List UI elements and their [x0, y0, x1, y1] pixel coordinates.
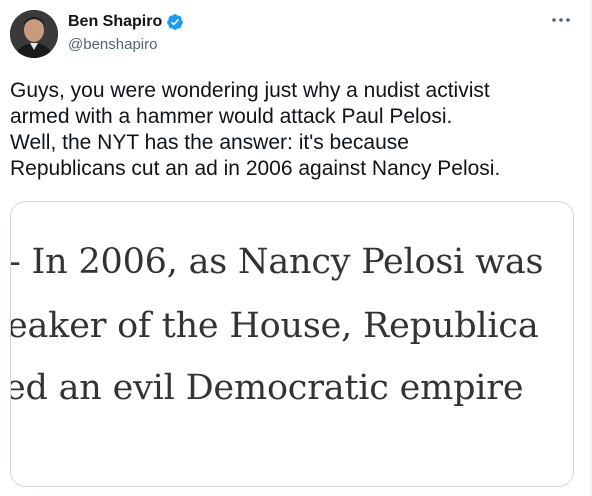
media-text-line: eaker of the House, Republica	[10, 306, 539, 346]
tweet-text: Guys, you were wondering just why a nudi…	[10, 79, 501, 180]
author-handle[interactable]: @benshapiro	[68, 35, 157, 55]
media-text-line: - In 2006, as Nancy Pelosi was	[10, 242, 544, 282]
avatar[interactable]	[10, 10, 58, 58]
author-name-row: Ben Shapiro	[68, 12, 184, 32]
verified-badge-icon	[167, 14, 184, 30]
more-options-button[interactable]	[548, 10, 574, 30]
media-text-line: ed an evil Democratic empire	[10, 368, 524, 408]
author-display-name[interactable]: Ben Shapiro	[68, 12, 162, 32]
tweet: Ben Shapiro @benshapiro Guys, you were w…	[0, 0, 592, 496]
tweet-media-image[interactable]: - In 2006, as Nancy Pelosi was eaker of …	[10, 201, 574, 487]
more-horizontal-icon	[552, 18, 570, 22]
